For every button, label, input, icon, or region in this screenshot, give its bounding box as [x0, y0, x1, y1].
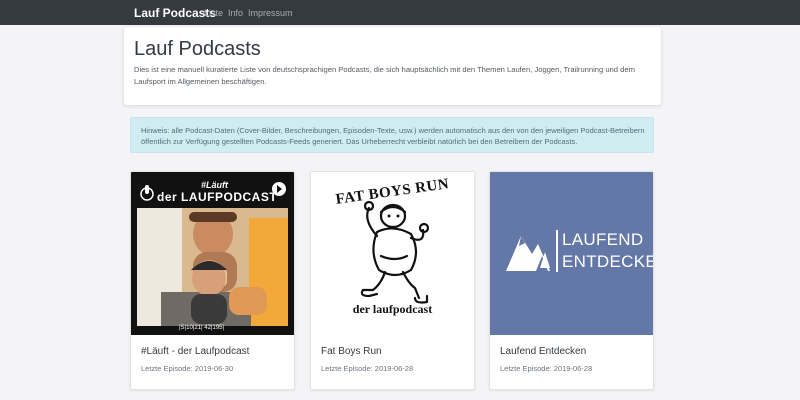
cover-subline: der laufpodcast — [352, 302, 433, 316]
page-title: Lauf Podcasts — [134, 38, 261, 60]
cover-line1: LAUFEND — [562, 230, 644, 249]
podcast-last-episode: Letzte Episode: 2019-06-30 — [141, 364, 234, 373]
nav-link-info[interactable]: Info — [228, 8, 243, 18]
cover-line2: ENTDECKEN — [562, 252, 653, 271]
podcast-last-episode: Letzte Episode: 2019-06-28 — [321, 364, 414, 373]
cover-name: der LAUFPODCAST — [157, 190, 278, 204]
page-description: Dies ist eine manuell kuratierte Liste v… — [134, 65, 635, 86]
podcast-cover-image[interactable]: FAT BOYS RUN der laufpodcast — [311, 172, 474, 335]
podcast-last-episode: Letzte Episode: 2019-06-28 — [500, 364, 593, 373]
podcast-title[interactable]: Laufend Entdecken — [500, 346, 586, 357]
info-alert: Hinweis: alle Podcast-Daten (Cover-Bilde… — [130, 117, 654, 153]
info-alert-text: Hinweis: alle Podcast-Daten (Cover-Bilde… — [141, 126, 645, 146]
podcast-title[interactable]: Fat Boys Run — [321, 346, 382, 357]
nav-link-liste[interactable]: Liste — [204, 8, 223, 18]
podcast-card[interactable]: LAUFEND ENTDECKEN Laufend Entdecken Letz… — [489, 171, 654, 390]
podcast-title[interactable]: #Läuft - der Laufpodcast — [141, 346, 249, 357]
nav-link-impressum[interactable]: Impressum — [248, 8, 293, 18]
podcast-cover-image[interactable]: LAUFEND ENTDECKEN — [490, 172, 653, 335]
cover-hashtag: #Läuft — [201, 180, 228, 190]
podcast-card[interactable]: FAT BOYS RUN der laufpodcast Fat Boys Ru… — [310, 171, 475, 390]
podcast-card[interactable]: #Läuft der LAUFPODCAST |S|10|21| 42|195|… — [130, 171, 295, 390]
podcast-cover-image[interactable]: #Läuft der LAUFPODCAST |S|10|21| 42|195| — [131, 172, 294, 335]
navbar: Lauf Podcasts Liste Info Impressum — [0, 0, 800, 25]
intro-panel: Lauf Podcasts Dies ist eine manuell kura… — [124, 27, 661, 105]
cover-footer: |S|10|21| 42|195| — [179, 325, 225, 331]
